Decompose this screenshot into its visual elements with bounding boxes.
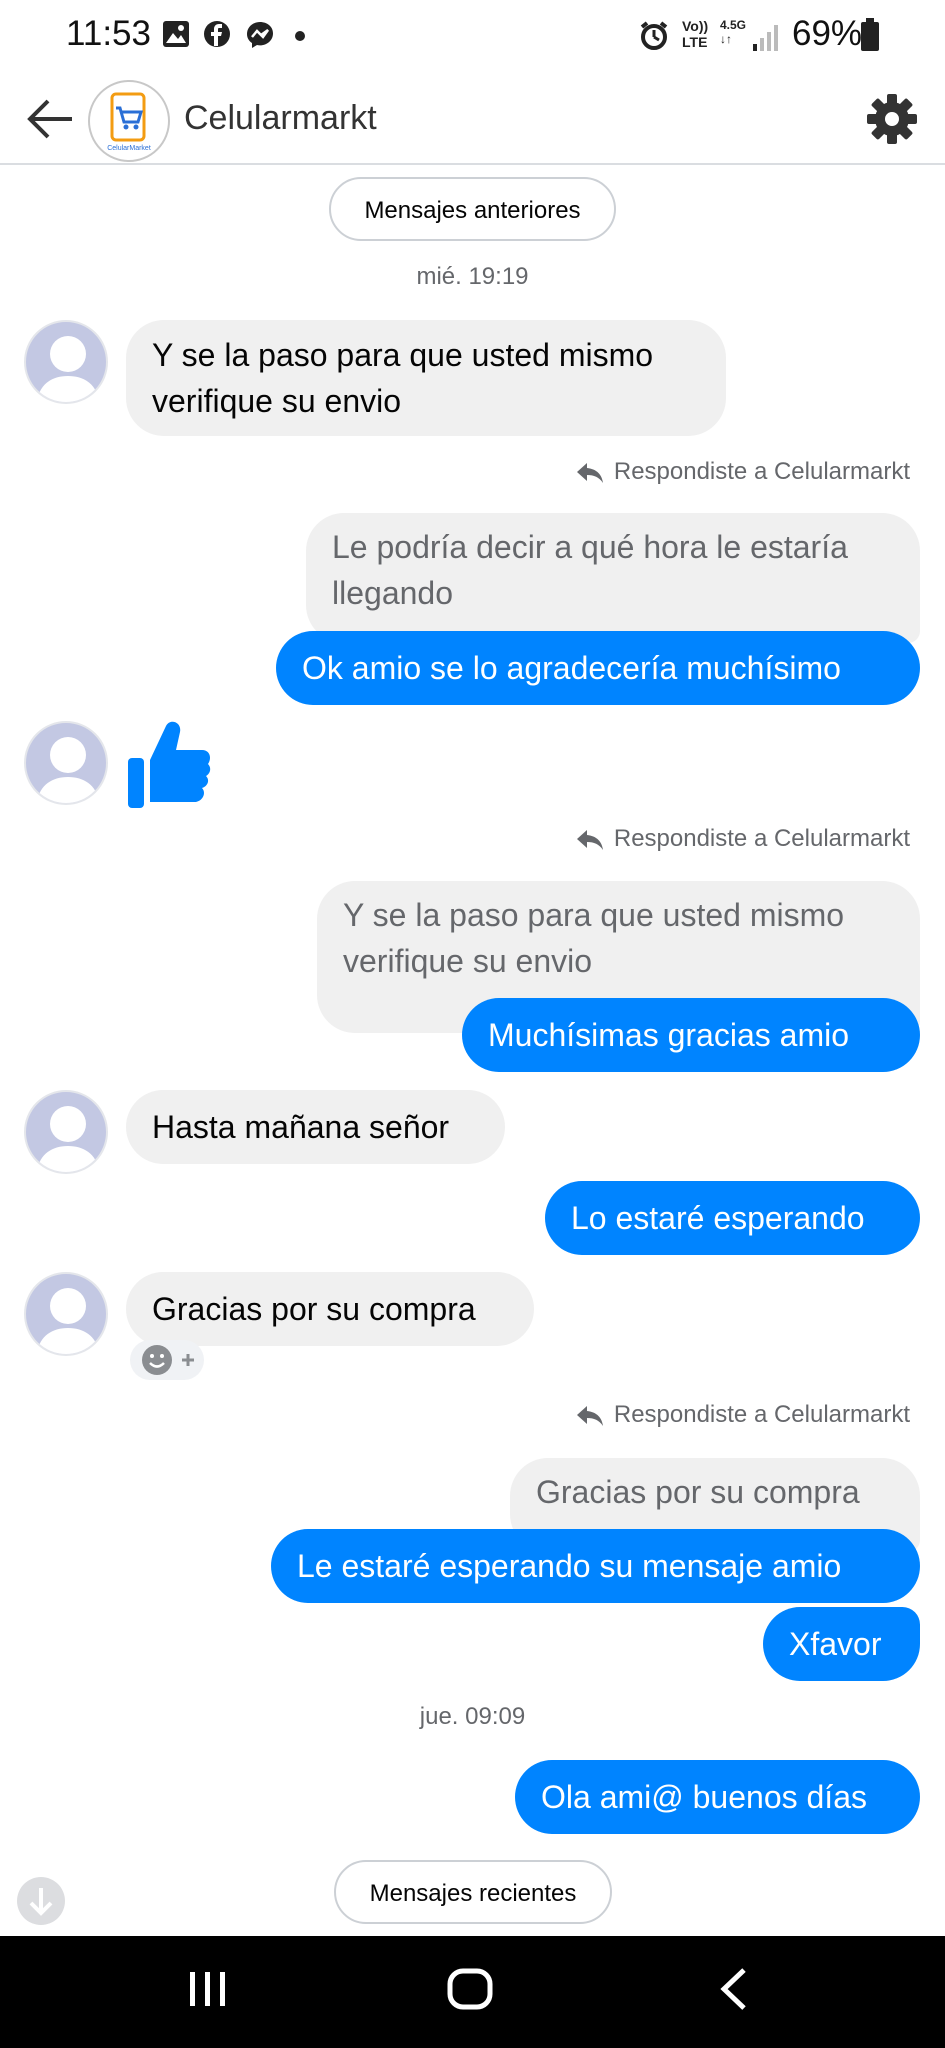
back-arrow-icon[interactable] <box>26 97 76 141</box>
home-icon[interactable] <box>447 1966 493 2012</box>
thumbs-up-icon[interactable] <box>126 718 212 810</box>
contact-avatar[interactable]: CelularMarket <box>88 80 170 162</box>
default-avatar-icon <box>36 1106 100 1172</box>
status-time: 11:53 <box>66 14 151 53</box>
network-gen-indicator: 4.5G ↓↑ <box>720 18 747 46</box>
status-bar: 11:53 Vo)) LTE 4.5G ↓↑ 69% <box>0 0 945 75</box>
system-nav-bar <box>0 1936 945 2048</box>
store-logo: CelularMarket <box>107 92 151 152</box>
outgoing-message[interactable]: Ola ami@ buenos días <box>515 1760 920 1834</box>
recent-apps-icon[interactable] <box>186 1966 230 2010</box>
incoming-message[interactable]: Hasta mañana señor <box>126 1090 505 1164</box>
outgoing-message[interactable]: Muchísimas gracias amio <box>462 998 920 1072</box>
avatar[interactable] <box>24 1090 108 1174</box>
older-messages-button[interactable]: Mensajes anteriores <box>329 177 616 241</box>
alarm-icon <box>640 21 668 50</box>
quoted-message: Le podría decir a qué hora le estaría ll… <box>306 513 920 643</box>
avatar[interactable] <box>24 320 108 404</box>
volte-indicator: Vo)) LTE <box>682 18 709 50</box>
reply-icon <box>576 1405 603 1426</box>
outgoing-message[interactable]: Lo estaré esperando <box>545 1181 920 1255</box>
reply-icon <box>576 462 603 483</box>
reply-icon <box>576 829 603 850</box>
outgoing-message[interactable]: Ok amio se lo agradecería muchísimo <box>276 631 920 705</box>
replied-indicator: Respondiste a Celularmarkt <box>576 1401 910 1429</box>
notification-dot-icon <box>295 31 305 41</box>
back-nav-icon[interactable] <box>718 1966 750 2012</box>
gear-icon[interactable] <box>866 93 918 145</box>
facebook-icon <box>204 21 230 47</box>
chat-header: CelularMarket Celularmarkt <box>0 75 945 165</box>
avatar[interactable] <box>24 721 108 805</box>
outgoing-message[interactable]: Xfavor <box>763 1607 920 1681</box>
battery-percent: 69% <box>792 14 863 53</box>
avatar[interactable] <box>24 1272 108 1356</box>
recent-messages-button[interactable]: Mensajes recientes <box>334 1860 612 1924</box>
add-reaction-button[interactable] <box>130 1340 204 1380</box>
timestamp: mié. 19:19 <box>416 263 529 290</box>
messenger-icon <box>247 22 273 48</box>
default-avatar-icon <box>36 1288 100 1354</box>
incoming-message[interactable]: Y se la paso para que usted mismo verifi… <box>126 320 726 436</box>
contact-name[interactable]: Celularmarkt <box>184 99 377 138</box>
default-avatar-icon <box>36 336 100 402</box>
replied-indicator: Respondiste a Celularmarkt <box>576 825 910 853</box>
emoji-react-icon <box>142 1345 194 1375</box>
replied-indicator: Respondiste a Celularmarkt <box>576 458 910 486</box>
timestamp: jue. 09:09 <box>419 1703 526 1730</box>
scroll-down-icon[interactable] <box>16 1876 66 1926</box>
signal-icon <box>753 25 778 51</box>
outgoing-message[interactable]: Le estaré esperando su mensaje amio <box>271 1529 920 1603</box>
battery-icon <box>861 18 879 51</box>
incoming-message[interactable]: Gracias por su compra <box>126 1272 534 1346</box>
gallery-icon <box>163 21 189 47</box>
store-logo-text: CelularMarket <box>107 145 151 152</box>
default-avatar-icon <box>36 737 100 803</box>
